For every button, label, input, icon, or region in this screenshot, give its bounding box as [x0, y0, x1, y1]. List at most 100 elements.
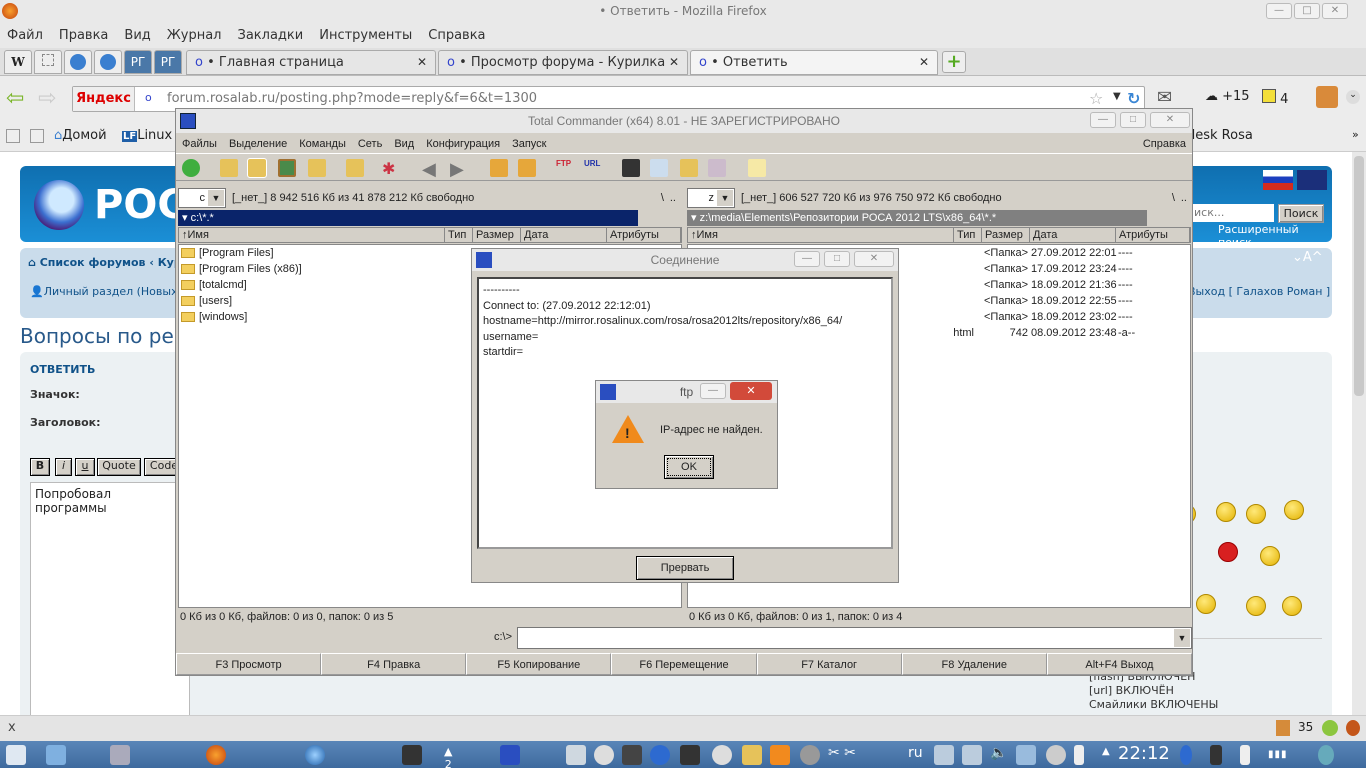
new-tab-button[interactable]: +: [942, 51, 966, 73]
right-path[interactable]: ▾ z:\media\Elements\Репозитории РОСА 201…: [687, 210, 1147, 226]
f4-edit-button[interactable]: F4 Правка: [321, 653, 467, 675]
menu-tools[interactable]: Инструменты: [319, 28, 412, 43]
smiley-icon[interactable]: [1260, 546, 1280, 566]
terminal-icon[interactable]: [680, 745, 700, 765]
smiley-icon[interactable]: [1282, 596, 1302, 616]
breadcrumb[interactable]: ⌂ Список форумов ‹ Кур: [28, 256, 182, 269]
search-button[interactable]: Поиск: [1278, 204, 1324, 223]
pinned-tab-rg[interactable]: РГ: [124, 50, 152, 74]
devil-smiley-icon[interactable]: [1218, 542, 1238, 562]
dialog-close-button[interactable]: ✕: [854, 251, 894, 267]
bold-button[interactable]: B: [30, 458, 50, 476]
network-icon[interactable]: [934, 745, 954, 765]
col-type[interactable]: Тип: [954, 228, 982, 242]
f3-view-button[interactable]: F3 Просмотр: [176, 653, 322, 675]
tc-menu-net[interactable]: Сеть: [358, 138, 382, 150]
tc-menu-commands[interactable]: Команды: [299, 138, 346, 150]
thumbnail-view-icon[interactable]: [278, 159, 296, 177]
file-manager-icon[interactable]: [46, 745, 66, 765]
clock[interactable]: 22:12: [1118, 743, 1170, 764]
volume-icon[interactable]: 🔈: [990, 745, 1007, 761]
f6-move-button[interactable]: F6 Перемещение: [611, 653, 757, 675]
tray-expand-icon[interactable]: ▲: [1102, 746, 1110, 757]
col-name[interactable]: ↑Имя: [688, 228, 954, 242]
show-desktop-icon[interactable]: [6, 745, 26, 765]
full-view-icon[interactable]: [247, 158, 267, 178]
tc-menu-files[interactable]: Файлы: [182, 138, 217, 150]
network-icon[interactable]: [1016, 745, 1036, 765]
close-tab-icon[interactable]: ✕: [669, 51, 679, 74]
browser-icon[interactable]: [305, 745, 325, 765]
ftp-close-button[interactable]: ✕: [730, 382, 772, 400]
col-date[interactable]: Дата: [521, 228, 607, 242]
computer-icon[interactable]: [110, 745, 130, 765]
keyboard-layout[interactable]: ru: [908, 745, 923, 761]
smiley-icon[interactable]: [1284, 500, 1304, 520]
menu-edit[interactable]: Правка: [59, 28, 108, 43]
quote-button[interactable]: Quote: [97, 458, 141, 476]
multi-rename-icon[interactable]: [650, 159, 668, 177]
close-findbar-button[interactable]: x: [8, 720, 16, 735]
up-button[interactable]: ..: [1181, 192, 1187, 204]
root-button[interactable]: \: [1172, 192, 1175, 204]
dialog-minimize-button[interactable]: —: [794, 251, 820, 267]
addon-icon[interactable]: [1316, 86, 1338, 108]
system-monitor-icon[interactable]: [622, 745, 642, 765]
tc-menu-start[interactable]: Запуск: [512, 138, 546, 150]
abort-button[interactable]: Прервать: [636, 556, 734, 580]
info-icon[interactable]: [712, 745, 732, 765]
tab-forum-view[interactable]: o • Просмотр форума - Курилка ✕: [438, 50, 688, 75]
back-arrow-icon[interactable]: ⇦: [6, 86, 24, 111]
reload-icon[interactable]: ↻: [1127, 89, 1140, 108]
copy-names-icon[interactable]: [708, 159, 726, 177]
page-scrollbar[interactable]: [1352, 152, 1366, 715]
bookmark-star-icon[interactable]: ☆: [1089, 89, 1103, 108]
refresh-icon[interactable]: [182, 159, 200, 177]
update-icon[interactable]: [800, 745, 820, 765]
search-engine-button[interactable]: Яндекс: [73, 87, 135, 111]
history-dropdown-icon[interactable]: ▼: [1174, 629, 1190, 647]
mail-icon[interactable]: ✉: [1157, 87, 1172, 108]
f5-copy-button[interactable]: F5 Копирование: [466, 653, 612, 675]
col-size[interactable]: Размер: [982, 228, 1030, 242]
up-button[interactable]: ..: [670, 192, 676, 204]
tab-reply[interactable]: o • Ответить ✕: [690, 50, 938, 75]
browser-icon[interactable]: [650, 745, 670, 765]
url-input[interactable]: forum.rosalab.ru/posting.php?mode=reply&…: [167, 91, 537, 106]
firefox-icon[interactable]: [206, 745, 226, 765]
font-size-control[interactable]: ⌄A^: [1292, 250, 1323, 265]
dialog-maximize-button[interactable]: □: [824, 251, 850, 267]
desktop-pager[interactable]: ▲ 2: [444, 745, 452, 771]
col-attr[interactable]: Атрибуты: [607, 228, 681, 242]
brief-view-icon[interactable]: [220, 159, 238, 177]
network-icon[interactable]: [962, 745, 982, 765]
maximize-button[interactable]: □: [1294, 3, 1320, 19]
tab-main-page[interactable]: o • Главная страница ✕: [186, 50, 436, 75]
notepad-icon[interactable]: [748, 159, 766, 177]
sync-dirs-icon[interactable]: [680, 159, 698, 177]
menu-view[interactable]: Вид: [124, 28, 150, 43]
pinned-tab-site[interactable]: [94, 50, 122, 74]
clipboard-icon[interactable]: [742, 745, 762, 765]
tc-maximize-button[interactable]: □: [1120, 112, 1146, 128]
tc-menu-help[interactable]: Справка: [1143, 138, 1186, 150]
site-identity-icon[interactable]: o: [145, 91, 152, 104]
cheers-smiley-icon[interactable]: [1196, 594, 1216, 614]
search-input[interactable]: иск...: [1192, 204, 1274, 222]
pinned-tab-site[interactable]: [64, 50, 92, 74]
left-path[interactable]: ▾ c:\*.*: [178, 210, 638, 226]
uk-flag-icon[interactable]: [1297, 170, 1327, 190]
col-date[interactable]: Дата: [1030, 228, 1116, 242]
menu-chevron-icon[interactable]: ⌄: [1346, 90, 1360, 104]
close-button[interactable]: ✕: [1322, 3, 1348, 19]
scissors-icon[interactable]: ✂ ✂: [828, 745, 856, 761]
root-button[interactable]: \: [661, 192, 664, 204]
ok-button[interactable]: OK: [664, 455, 714, 479]
weather-widget[interactable]: ☁ +15: [1205, 89, 1250, 104]
pinned-tab-wikipedia[interactable]: W: [4, 50, 32, 74]
menu-history[interactable]: Журнал: [167, 28, 222, 43]
unpack-icon[interactable]: [518, 159, 536, 177]
ftp-connect-icon[interactable]: FTP: [556, 159, 574, 177]
cool-smiley-icon[interactable]: [1246, 504, 1266, 524]
tc-menu-config[interactable]: Конфигурация: [426, 138, 500, 150]
